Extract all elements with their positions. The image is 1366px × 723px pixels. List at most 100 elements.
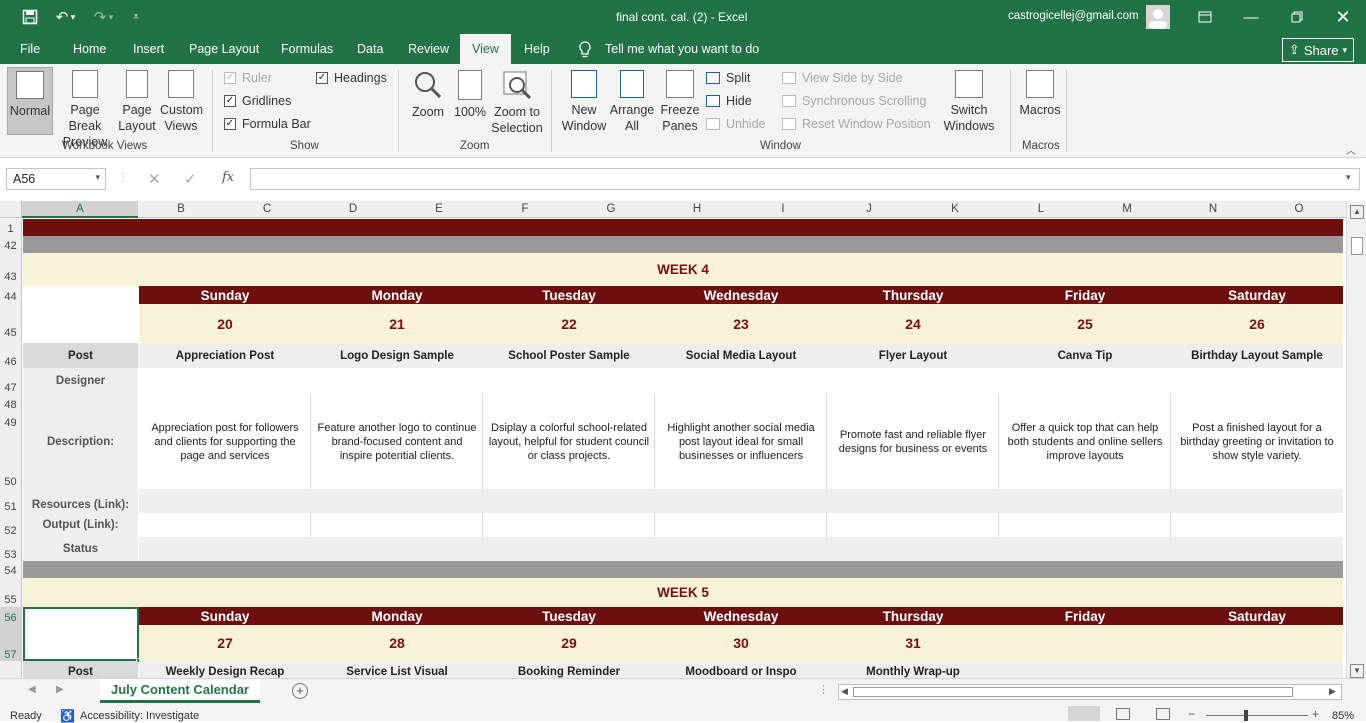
normal-view-button[interactable]: Normal	[7, 67, 53, 135]
tab-insert[interactable]: Insert	[131, 34, 166, 64]
row-header-49[interactable]: 49	[0, 412, 22, 430]
sheet-tab-july-content-calendar[interactable]: July Content Calendar	[100, 679, 260, 703]
week4-date-thursday[interactable]: 24	[827, 304, 999, 343]
week4-day-friday[interactable]: Friday	[999, 286, 1171, 304]
week4-date-sunday[interactable]: 20	[139, 304, 311, 343]
redo-dropdown-icon[interactable]: ▾	[104, 6, 118, 28]
column-header-l[interactable]: L	[998, 201, 1084, 218]
week5-post-thursday[interactable]: Monthly Wrap-up	[827, 661, 999, 678]
arrange-all-button[interactable]: Arrange All	[609, 70, 655, 134]
column-header-k[interactable]: K	[912, 201, 998, 218]
week4-blank-cell[interactable]	[23, 286, 138, 343]
column-header-d[interactable]: D	[310, 201, 396, 218]
week5-date-empty[interactable]	[999, 625, 1343, 661]
tab-home[interactable]: Home	[71, 34, 108, 64]
tab-help[interactable]: Help	[522, 34, 552, 64]
week4-resources-row[interactable]	[139, 489, 1343, 513]
zoom-button[interactable]: Zoom	[408, 70, 448, 120]
column-header-g[interactable]: G	[568, 201, 654, 218]
scroll-left-icon[interactable]: ◀	[841, 686, 848, 697]
post-label[interactable]: Post	[23, 343, 138, 368]
row-header-56[interactable]: 56	[0, 607, 22, 625]
hide-button[interactable]: Hide	[706, 94, 752, 108]
share-button[interactable]: ⇪ Share ▾	[1282, 38, 1354, 62]
row-header-45[interactable]: 45	[0, 304, 22, 343]
enter-icon[interactable]: ✓	[184, 170, 197, 188]
column-header-b[interactable]: B	[138, 201, 224, 218]
row-header-51[interactable]: 51	[0, 489, 22, 513]
restore-icon[interactable]	[1274, 0, 1320, 34]
week4-post-tuesday[interactable]: School Poster Sample	[483, 343, 655, 368]
row-header-55[interactable]: 55	[0, 578, 22, 607]
page-layout-status-icon[interactable]	[1116, 708, 1130, 720]
week4-title[interactable]: WEEK 4	[23, 253, 1343, 286]
zoom-slider[interactable]	[1206, 715, 1308, 716]
week5-day-friday[interactable]: Friday	[999, 607, 1171, 625]
week4-desc-wednesday[interactable]: Highlight another social media post layo…	[655, 394, 827, 489]
week4-date-tuesday[interactable]: 22	[483, 304, 655, 343]
week4-date-wednesday[interactable]: 23	[655, 304, 827, 343]
account-email[interactable]: castrogicellej@gmail.com	[1008, 10, 1139, 22]
week5-day-saturday[interactable]: Saturday	[1171, 607, 1343, 625]
customize-toolbar-icon[interactable]: ⩡	[124, 6, 148, 28]
column-header-f[interactable]: F	[482, 201, 568, 218]
row-header-44[interactable]: 44	[0, 286, 22, 304]
week4-date-monday[interactable]: 21	[311, 304, 483, 343]
week4-post-saturday[interactable]: Birthday Layout Sample	[1171, 343, 1343, 368]
week5-day-monday[interactable]: Monday	[311, 607, 483, 625]
headings-checkbox[interactable]: ✓ Headings	[316, 71, 387, 85]
tell-me-search[interactable]: Tell me what you want to do	[603, 34, 761, 64]
week4-desc-monday[interactable]: Feature another logo to continue brand-f…	[311, 394, 483, 489]
switch-windows-button[interactable]: Switch Windows	[934, 70, 1004, 134]
scroll-up-icon[interactable]: ▲	[1350, 205, 1364, 219]
tab-split-handle[interactable]: ⋮	[818, 683, 829, 696]
freeze-panes-button[interactable]: Freeze Panes	[657, 70, 703, 134]
week5-day-thursday[interactable]: Thursday	[827, 607, 999, 625]
insert-function-icon[interactable]: fx	[222, 170, 234, 185]
week5-date-monday[interactable]: 28	[311, 625, 483, 661]
zoom-slider-thumb[interactable]	[1244, 710, 1248, 721]
zoom-100-button[interactable]: 100%	[452, 70, 488, 120]
row-header-57[interactable]: 57	[0, 625, 22, 661]
week5-post-monday[interactable]: Service List Visual	[311, 661, 483, 678]
normal-view-status-icon[interactable]	[1068, 706, 1100, 721]
week5-date-tuesday[interactable]: 29	[483, 625, 655, 661]
description-label[interactable]: Description:	[23, 394, 138, 489]
week5-day-tuesday[interactable]: Tuesday	[483, 607, 655, 625]
output-label[interactable]: Output (Link):	[23, 513, 138, 537]
tab-data[interactable]: Data	[355, 34, 385, 64]
new-window-button[interactable]: New Window	[560, 70, 608, 134]
page-break-preview-button[interactable]: Page Break Preview	[55, 70, 115, 150]
week4-day-sunday[interactable]: Sunday	[139, 286, 311, 304]
scroll-down-icon[interactable]: ▼	[1350, 664, 1364, 678]
row-header-46[interactable]: 46	[0, 343, 22, 368]
row-header-48[interactable]: 48	[0, 394, 22, 412]
week4-desc-sunday[interactable]: Appreciation post for followers and clie…	[139, 394, 311, 489]
gridlines-checkbox[interactable]: ✓ Gridlines	[224, 94, 291, 108]
select-all-corner[interactable]	[0, 201, 22, 218]
week5-date-sunday[interactable]: 27	[139, 625, 311, 661]
expand-formula-bar-icon[interactable]: ▾	[1346, 172, 1351, 183]
minimize-icon[interactable]: —	[1228, 0, 1274, 34]
week4-output-row[interactable]	[139, 513, 1343, 537]
tab-formulas[interactable]: Formulas	[279, 34, 335, 64]
week4-desc-saturday[interactable]: Post a finished layout for a birthday gr…	[1171, 394, 1343, 489]
cancel-icon[interactable]: ✕	[148, 170, 161, 188]
macros-button[interactable]: Macros	[1016, 70, 1064, 118]
add-sheet-icon[interactable]: +	[292, 683, 308, 699]
designer-label[interactable]: Designer	[23, 368, 138, 394]
row-header-58[interactable]	[0, 661, 22, 678]
scroll-right-icon[interactable]: ▶	[1329, 686, 1336, 697]
formula-bar-checkbox[interactable]: ✓ Formula Bar	[224, 117, 311, 131]
scroll-thumb[interactable]	[1351, 237, 1363, 255]
week4-date-friday[interactable]: 25	[999, 304, 1171, 343]
column-header-j[interactable]: J	[826, 201, 912, 218]
column-header-a[interactable]: A	[22, 201, 138, 218]
ribbon-display-options-icon[interactable]	[1182, 0, 1228, 34]
page-break-status-icon[interactable]	[1156, 708, 1170, 720]
column-header-n[interactable]: N	[1170, 201, 1256, 218]
week5-post-label[interactable]: Post	[23, 661, 138, 678]
column-header-e[interactable]: E	[396, 201, 482, 218]
row-header-53[interactable]: 53	[0, 537, 22, 561]
custom-views-button[interactable]: Custom Views	[160, 70, 203, 134]
